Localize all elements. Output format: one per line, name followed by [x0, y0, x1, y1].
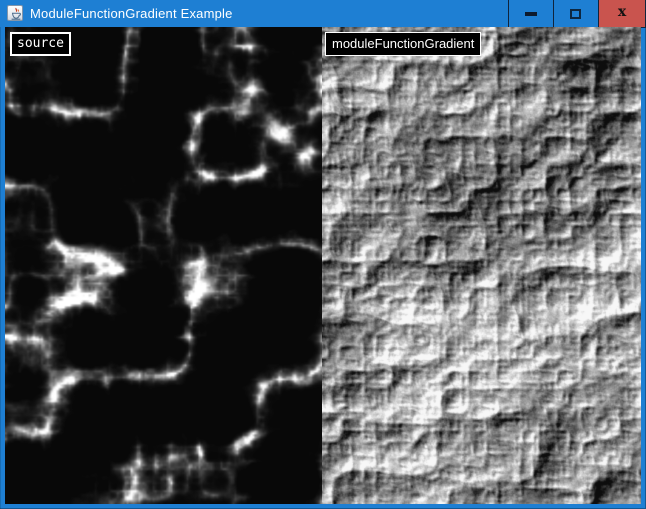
maximize-button[interactable]: [553, 0, 599, 28]
minimize-button[interactable]: [508, 0, 554, 28]
gradient-label: moduleFunctionGradient: [325, 32, 481, 56]
gradient-panel: moduleFunctionGradient: [322, 27, 641, 504]
source-panel: source: [5, 27, 322, 504]
java-app-icon: [7, 5, 23, 21]
minimize-icon: [525, 12, 537, 16]
maximize-icon: [570, 9, 581, 19]
window-controls: x: [508, 0, 646, 28]
image-viewport: source moduleFunctionGradient: [5, 27, 641, 504]
app-window: ModuleFunctionGradient Example x source …: [0, 0, 646, 509]
source-label: source: [10, 32, 71, 56]
close-button[interactable]: x: [598, 0, 646, 28]
gradient-noise-image: [322, 27, 641, 504]
window-title: ModuleFunctionGradient Example: [30, 0, 233, 27]
source-noise-image: [5, 27, 322, 504]
titlebar[interactable]: ModuleFunctionGradient Example x: [0, 0, 646, 27]
close-icon: x: [599, 0, 645, 26]
